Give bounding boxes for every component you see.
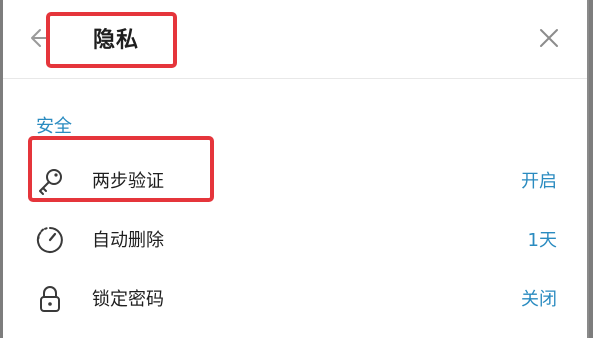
- backdrop: [589, 0, 593, 338]
- close-icon: [540, 29, 558, 47]
- lock-icon: [33, 284, 67, 314]
- section-header-security: 安全: [36, 116, 72, 137]
- timer-icon: [33, 225, 67, 255]
- privacy-dialog: 隐私 安全 两步验证 开启 自动删除 1天 锁定密码 关闭: [3, 0, 587, 338]
- row-value: 关闭: [521, 289, 557, 310]
- page-title: 隐私: [93, 28, 140, 53]
- close-button[interactable]: [533, 22, 565, 54]
- dialog-header: 隐私: [3, 0, 587, 79]
- row-label: 两步验证: [92, 171, 164, 192]
- row-lock-passcode[interactable]: 锁定密码 关闭: [3, 270, 587, 328]
- row-value: 1天: [527, 230, 557, 251]
- row-label: 自动删除: [92, 230, 164, 251]
- row-label: 锁定密码: [92, 289, 164, 310]
- back-button[interactable]: [25, 20, 55, 56]
- row-two-step-verification[interactable]: 两步验证 开启: [3, 152, 587, 210]
- key-icon: [33, 166, 67, 196]
- row-value: 开启: [521, 171, 557, 192]
- arrow-left-icon: [31, 29, 50, 47]
- row-auto-delete[interactable]: 自动删除 1天: [3, 211, 587, 269]
